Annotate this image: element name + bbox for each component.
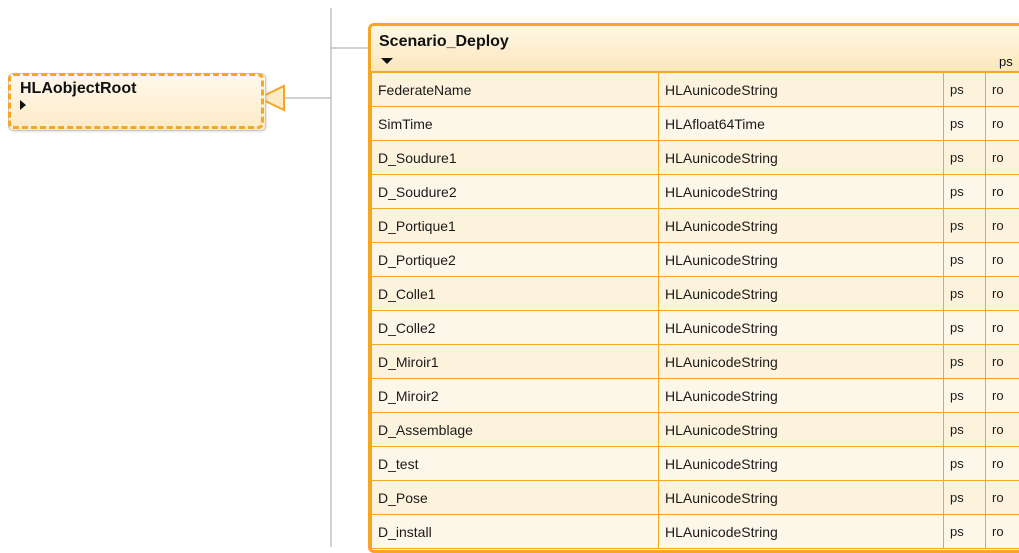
- attribute-order-cell: ro: [986, 277, 1019, 311]
- attribute-sharing-cell: ps: [944, 447, 986, 481]
- attribute-type-cell: HLAunicodeString: [659, 141, 944, 175]
- attribute-name-cell: D_Portique1: [372, 209, 659, 243]
- root-node-title: HLAobjectRoot: [20, 80, 136, 98]
- attribute-sharing-cell: ps: [944, 379, 986, 413]
- attribute-row[interactable]: D_testHLAunicodeStringpsro: [372, 447, 1019, 481]
- attribute-order-cell: ro: [986, 209, 1019, 243]
- attribute-type-cell: HLAunicodeString: [659, 379, 944, 413]
- attribute-order-cell: ro: [986, 345, 1019, 379]
- attribute-type-cell: HLAunicodeString: [659, 447, 944, 481]
- attribute-order-cell: ro: [986, 243, 1019, 277]
- attribute-order-cell: ro: [986, 447, 1019, 481]
- attribute-row[interactable]: FederateNameHLAunicodeStringpsro: [372, 73, 1019, 107]
- attribute-sharing-cell: ps: [944, 311, 986, 345]
- attribute-sharing-cell: ps: [944, 413, 986, 447]
- attribute-type-cell: HLAunicodeString: [659, 413, 944, 447]
- attribute-name-cell: D_Miroir2: [372, 379, 659, 413]
- class-node-title: Scenario_Deploy: [379, 33, 509, 51]
- attribute-name-cell: D_Assemblage: [372, 413, 659, 447]
- attribute-type-cell: HLAfloat64Time: [659, 107, 944, 141]
- class-header-sharing-label: ps: [999, 54, 1013, 69]
- attribute-type-cell: HLAunicodeString: [659, 73, 944, 107]
- attribute-row[interactable]: D_Portique1HLAunicodeStringpsro: [372, 209, 1019, 243]
- attribute-sharing-cell: ps: [944, 277, 986, 311]
- attribute-sharing-cell: ps: [944, 141, 986, 175]
- attribute-row[interactable]: D_Colle2HLAunicodeStringpsro: [372, 311, 1019, 345]
- attribute-row[interactable]: D_AssemblageHLAunicodeStringpsro: [372, 413, 1019, 447]
- attribute-order-cell: ro: [986, 515, 1019, 549]
- attribute-row[interactable]: D_Portique2HLAunicodeStringpsro: [372, 243, 1019, 277]
- attribute-type-cell: HLAunicodeString: [659, 277, 944, 311]
- attribute-order-cell: ro: [986, 413, 1019, 447]
- attribute-type-cell: HLAunicodeString: [659, 345, 944, 379]
- attribute-sharing-cell: ps: [944, 243, 986, 277]
- attribute-row[interactable]: D_Soudure1HLAunicodeStringpsro: [372, 141, 1019, 175]
- attribute-name-cell: D_Pose: [372, 481, 659, 515]
- collapse-arrow-icon[interactable]: [381, 58, 393, 64]
- attribute-type-cell: HLAunicodeString: [659, 175, 944, 209]
- attribute-name-cell: FederateName: [372, 73, 659, 107]
- attribute-order-cell: ro: [986, 481, 1019, 515]
- attribute-row[interactable]: D_PoseHLAunicodeStringpsro: [372, 481, 1019, 515]
- attribute-name-cell: D_Miroir1: [372, 345, 659, 379]
- class-node-header: Scenario_Deploy ps: [371, 26, 1019, 72]
- attribute-table-body: FederateNameHLAunicodeStringpsroSimTimeH…: [372, 73, 1019, 549]
- attribute-name-cell: D_test: [372, 447, 659, 481]
- attribute-name-cell: SimTime: [372, 107, 659, 141]
- attribute-type-cell: HLAunicodeString: [659, 209, 944, 243]
- attribute-sharing-cell: ps: [944, 515, 986, 549]
- attribute-table: FederateNameHLAunicodeStringpsroSimTimeH…: [371, 72, 1019, 549]
- attribute-order-cell: ro: [986, 73, 1019, 107]
- attribute-name-cell: D_install: [372, 515, 659, 549]
- attribute-type-cell: HLAunicodeString: [659, 311, 944, 345]
- attribute-order-cell: ro: [986, 175, 1019, 209]
- attribute-name-cell: D_Colle1: [372, 277, 659, 311]
- attribute-row[interactable]: D_Miroir2HLAunicodeStringpsro: [372, 379, 1019, 413]
- attribute-row[interactable]: D_installHLAunicodeStringpsro: [372, 515, 1019, 549]
- attribute-order-cell: ro: [986, 141, 1019, 175]
- expand-arrow-icon[interactable]: [20, 100, 26, 110]
- attribute-order-cell: ro: [986, 379, 1019, 413]
- attribute-sharing-cell: ps: [944, 175, 986, 209]
- attribute-sharing-cell: ps: [944, 73, 986, 107]
- attribute-order-cell: ro: [986, 311, 1019, 345]
- scenario-deploy-class-node[interactable]: Scenario_Deploy ps FederateNameHLAunicod…: [368, 23, 1019, 553]
- attribute-order-cell: ro: [986, 107, 1019, 141]
- attribute-sharing-cell: ps: [944, 209, 986, 243]
- attribute-type-cell: HLAunicodeString: [659, 515, 944, 549]
- attribute-type-cell: HLAunicodeString: [659, 243, 944, 277]
- attribute-sharing-cell: ps: [944, 345, 986, 379]
- attribute-row[interactable]: SimTimeHLAfloat64Timepsro: [372, 107, 1019, 141]
- attribute-row[interactable]: D_Colle1HLAunicodeStringpsro: [372, 277, 1019, 311]
- attribute-name-cell: D_Soudure1: [372, 141, 659, 175]
- attribute-name-cell: D_Soudure2: [372, 175, 659, 209]
- attribute-sharing-cell: ps: [944, 107, 986, 141]
- attribute-row[interactable]: D_Soudure2HLAunicodeStringpsro: [372, 175, 1019, 209]
- attribute-sharing-cell: ps: [944, 481, 986, 515]
- attribute-type-cell: HLAunicodeString: [659, 481, 944, 515]
- attribute-name-cell: D_Portique2: [372, 243, 659, 277]
- attribute-name-cell: D_Colle2: [372, 311, 659, 345]
- attribute-row[interactable]: D_Miroir1HLAunicodeStringpsro: [372, 345, 1019, 379]
